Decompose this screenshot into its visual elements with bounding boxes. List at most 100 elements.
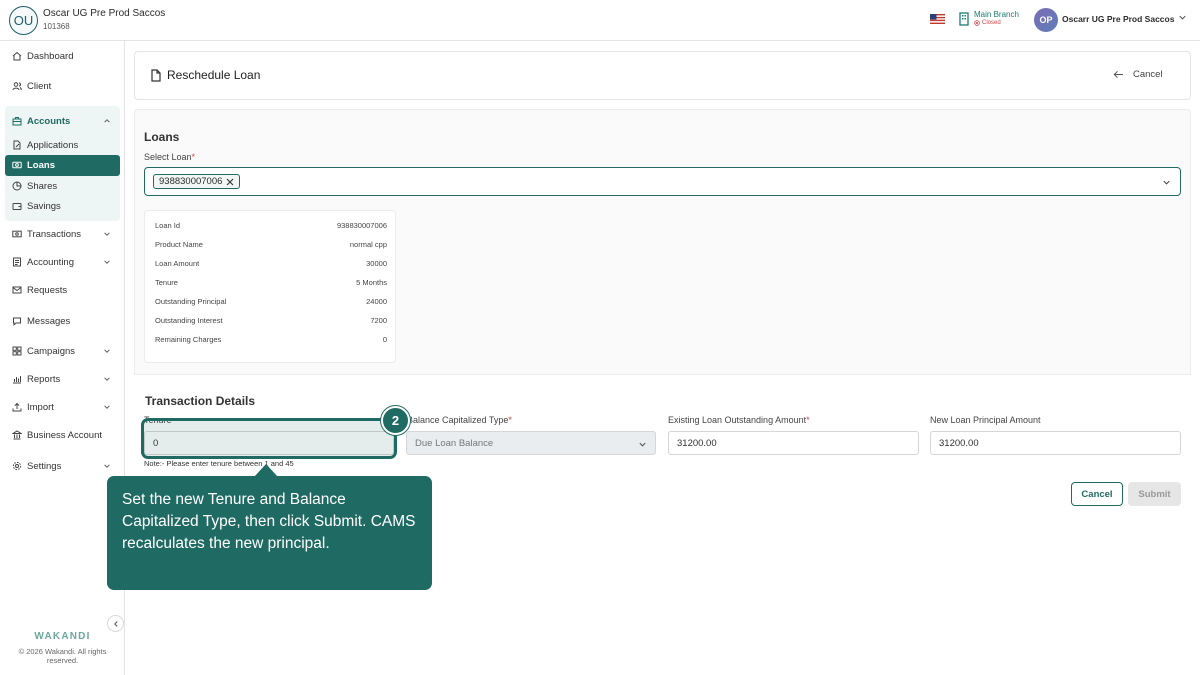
- existing-amount-label: Existing Loan Outstanding Amount*: [668, 415, 810, 425]
- us-flag-icon[interactable]: [930, 14, 945, 24]
- detail-row: Tenure 5 Months: [155, 278, 387, 290]
- bank-icon: [12, 430, 22, 440]
- gear-icon: [12, 461, 22, 471]
- sidebar-item-label: Loans: [27, 159, 55, 171]
- chevron-left-icon: [113, 620, 118, 627]
- arrow-left-icon: [1113, 70, 1123, 79]
- org-code: 101368: [43, 22, 70, 31]
- chevron-down-icon[interactable]: [103, 462, 111, 470]
- existing-amount-input[interactable]: 31200.00: [668, 431, 919, 455]
- chevron-down-icon[interactable]: [103, 258, 111, 266]
- user-avatar[interactable]: OP: [1034, 8, 1058, 32]
- chevron-down-icon: [639, 442, 646, 447]
- copyright: © 2026 Wakandi. All rights reserved.: [18, 647, 107, 665]
- tour-step-badge: 2: [381, 406, 410, 435]
- sidebar-item-label: Reports: [27, 373, 61, 385]
- briefcase-icon: [12, 117, 22, 126]
- ledger-icon: [13, 257, 21, 267]
- sidebar-item-transactions[interactable]: Transactions: [12, 226, 81, 242]
- chevron-down-icon[interactable]: [103, 347, 111, 355]
- sidebar-item-requests[interactable]: Requests: [12, 282, 67, 298]
- sidebar-item-label: Savings: [27, 200, 61, 212]
- sidebar-item-label: Accounts: [27, 115, 71, 127]
- chevron-down-icon[interactable]: [103, 230, 111, 238]
- sidebar-item-campaigns[interactable]: Campaigns: [12, 343, 75, 359]
- cancel-button[interactable]: Cancel: [1071, 482, 1123, 506]
- sidebar-item-messages[interactable]: Messages: [12, 313, 70, 329]
- sidebar-item-accounts[interactable]: Accounts: [12, 113, 70, 129]
- detail-row: Loan Amount 30000: [155, 259, 387, 271]
- sidebar-item-label: Import: [27, 401, 54, 413]
- chevron-down-icon[interactable]: [1162, 178, 1171, 187]
- cash-icon: [12, 161, 22, 169]
- sidebar-item-import[interactable]: Import: [12, 399, 54, 415]
- mail-icon: [12, 286, 22, 294]
- transaction-section-title: Transaction Details: [145, 394, 256, 408]
- sidebar-item-dashboard[interactable]: Dashboard: [12, 48, 73, 64]
- detail-value: 7200: [370, 316, 387, 325]
- sidebar-item-loans[interactable]: Loans: [12, 157, 55, 173]
- select-loan-label-text: Select Loan: [144, 152, 192, 162]
- user-name[interactable]: Oscarr UG Pre Prod Saccos: [1062, 14, 1174, 24]
- brand-logo: WAKANDI: [34, 631, 91, 642]
- detail-key: Loan Id: [155, 221, 181, 230]
- wallet-icon: [12, 203, 22, 210]
- new-principal-input[interactable]: 31200.00: [930, 431, 1181, 455]
- sidebar-item-business-account[interactable]: Business Account: [12, 427, 102, 443]
- sidebar-item-accounting[interactable]: Accounting: [12, 254, 74, 270]
- collapse-sidebar-button[interactable]: [107, 615, 124, 632]
- select-loan-label: Select Loan*: [144, 152, 196, 162]
- upload-icon: [12, 402, 22, 412]
- page-title: Reschedule Loan: [167, 68, 261, 82]
- close-icon[interactable]: [226, 178, 234, 186]
- existing-amount-label-text: Existing Loan Outstanding Amount: [668, 415, 807, 425]
- grid-icon: [12, 346, 22, 356]
- select-loan-input[interactable]: 938830007006: [144, 167, 1181, 196]
- tour-tooltip: Set the new Tenure and Balance Capitaliz…: [107, 476, 432, 590]
- sidebar-item-applications[interactable]: Applications: [12, 137, 78, 153]
- closed-status-icon: [974, 20, 980, 26]
- sidebar-item-label: Dashboard: [27, 50, 74, 62]
- branch-name[interactable]: Main Branch: [974, 10, 1019, 19]
- branch-status: Closed: [974, 20, 1001, 26]
- loan-details: Loan Id 938830007006 Product Name normal c…: [144, 210, 396, 363]
- detail-row: Loan Id 938830007006: [155, 221, 387, 233]
- detail-value: 30000: [366, 259, 387, 268]
- sidebar-item-reports[interactable]: Reports: [12, 371, 60, 387]
- pie-chart-icon: [12, 181, 22, 191]
- submit-button[interactable]: Submit: [1128, 482, 1181, 506]
- chevron-down-icon[interactable]: [1178, 13, 1187, 22]
- detail-row: Product Name normal cpp: [155, 240, 387, 252]
- sidebar-item-savings[interactable]: Savings: [12, 198, 61, 214]
- detail-value: 0: [382, 335, 387, 344]
- sidebar-item-settings[interactable]: Settings: [12, 458, 61, 474]
- balance-type-select[interactable]: Due Loan Balance: [406, 431, 656, 455]
- sidebar-item-loans-active[interactable]: Loans: [5, 155, 120, 176]
- chevron-down-icon[interactable]: [103, 375, 111, 383]
- selected-loan-chip[interactable]: 938830007006: [153, 174, 241, 189]
- sidebar-item-label: Settings: [27, 460, 62, 472]
- selected-loan-chip-label: 938830007006: [159, 176, 223, 187]
- org-avatar[interactable]: OU: [9, 6, 38, 35]
- balance-type-label-text: Balance Capitalized Type: [407, 415, 509, 425]
- sidebar-item-label: Applications: [27, 139, 79, 151]
- sidebar-item-label: Requests: [27, 284, 68, 296]
- top-bar: OU Oscar UG Pre Prod Saccos 101368 Main …: [0, 0, 1200, 41]
- detail-value: 5 Months: [356, 278, 387, 287]
- chevron-up-icon[interactable]: [103, 117, 111, 125]
- sidebar-item-label: Shares: [27, 180, 58, 192]
- sidebar-item-shares[interactable]: Shares: [12, 178, 57, 194]
- home-icon: [12, 51, 22, 61]
- document-icon: [151, 69, 161, 82]
- detail-value: normal cpp: [349, 240, 387, 249]
- detail-key: Product Name: [155, 240, 203, 249]
- detail-key: Loan Amount: [155, 259, 200, 268]
- sidebar-item-label: Business Account: [27, 429, 102, 441]
- chevron-down-icon[interactable]: [103, 403, 111, 411]
- sidebar-item-client[interactable]: Client: [12, 78, 51, 94]
- sidebar-item-label: Messages: [27, 315, 71, 327]
- cancel-link[interactable]: Cancel: [1113, 69, 1163, 80]
- sidebar-item-label: Transactions: [27, 228, 82, 240]
- users-icon: [12, 82, 22, 91]
- detail-value: 24000: [366, 297, 387, 306]
